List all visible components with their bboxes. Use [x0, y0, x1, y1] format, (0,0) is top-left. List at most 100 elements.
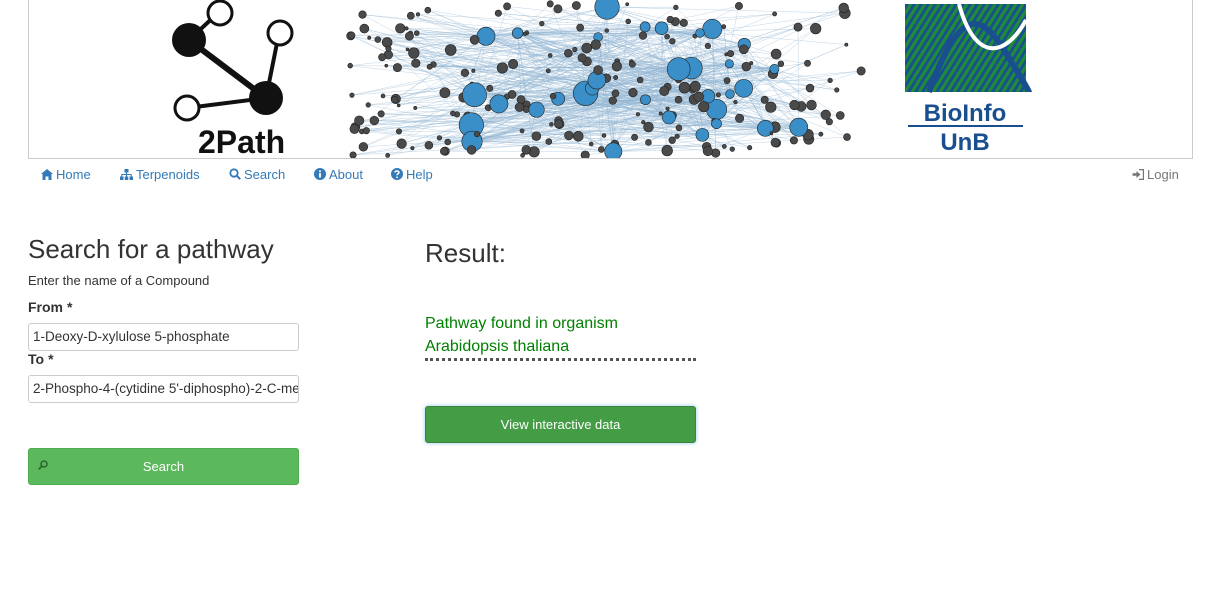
- network-node: [835, 111, 845, 120]
- network-node: [658, 111, 663, 116]
- network-node: [636, 76, 644, 84]
- network-edge: [774, 68, 837, 91]
- from-label: From *: [28, 299, 72, 315]
- nav-home[interactable]: Home: [41, 167, 91, 182]
- network-graph-image: [346, 0, 866, 158]
- network-node: [777, 60, 785, 68]
- network-node: [413, 30, 420, 36]
- network-node: [362, 127, 370, 135]
- network-node: [546, 0, 554, 8]
- network-node: [549, 92, 557, 100]
- network-node: [590, 39, 601, 50]
- network-node: [760, 95, 769, 104]
- view-interactive-data-button[interactable]: View interactive data: [425, 406, 696, 443]
- sitemap-icon: [120, 169, 133, 180]
- search-icon: [38, 460, 48, 470]
- network-node: [695, 128, 710, 142]
- network-node: [444, 44, 457, 56]
- network-node: [528, 101, 545, 118]
- logo-stripe: [1052, 4, 1107, 92]
- to-label-text: To: [28, 351, 45, 367]
- network-node: [496, 62, 508, 74]
- network-node: [531, 131, 542, 141]
- network-node: [806, 99, 817, 111]
- nav-about[interactable]: About: [314, 167, 363, 182]
- from-required-marker: *: [67, 299, 73, 315]
- nav-terpenoids[interactable]: Terpenoids: [120, 167, 200, 182]
- network-node: [354, 115, 365, 126]
- network-node: [724, 52, 729, 57]
- nav-login[interactable]: Login: [1132, 167, 1179, 182]
- result-title: Result:: [425, 238, 506, 268]
- network-node: [643, 121, 654, 133]
- network-node: [734, 79, 753, 98]
- network-node: [820, 109, 831, 120]
- network-node: [511, 27, 524, 39]
- network-node: [770, 48, 782, 60]
- network-node: [415, 12, 421, 17]
- network-node: [640, 94, 651, 106]
- network-edge: [607, 6, 845, 14]
- to-label: To *: [28, 351, 54, 367]
- network-node: [396, 138, 407, 149]
- logo-stripe: [905, 4, 913, 17]
- bioinfo-unb-logo: BioInfo UnB: [905, 3, 1149, 156]
- nav-help-label: Help: [406, 167, 433, 182]
- network-node: [631, 133, 638, 141]
- network-node: [516, 95, 526, 105]
- network-node: [476, 26, 496, 46]
- network-node: [733, 99, 738, 105]
- network-node: [377, 110, 385, 118]
- result-panel: Result: Pathway found in organism Arabid…: [425, 236, 697, 443]
- logo-stripe: [1094, 4, 1149, 92]
- network-node: [413, 105, 418, 110]
- network-node: [639, 21, 651, 33]
- network-node: [514, 102, 525, 112]
- search-button[interactable]: Search: [28, 448, 299, 485]
- login-icon: [1132, 168, 1145, 181]
- network-node: [581, 42, 593, 54]
- network-node: [772, 11, 778, 17]
- network-node: [810, 23, 822, 35]
- from-compound-input[interactable]: 1-Deoxy-D-xylulose 5-phosphate: [28, 323, 299, 351]
- network-node: [598, 146, 605, 153]
- to-compound-input[interactable]: 2-Phospho-4-(cytidine 5'-diphospho)-2-C-…: [28, 375, 299, 403]
- network-node: [789, 136, 798, 145]
- network-node: [702, 19, 723, 39]
- network-node: [723, 77, 731, 85]
- network-node: [486, 84, 494, 92]
- network-node: [554, 119, 564, 129]
- nav-help[interactable]: Help: [391, 167, 433, 182]
- network-node: [601, 133, 607, 138]
- network-node: [564, 48, 573, 58]
- logo-2path-text: 2Path: [198, 124, 285, 158]
- logo-stripe: [1059, 4, 1114, 92]
- network-node: [384, 63, 389, 68]
- network-node: [473, 130, 481, 138]
- network-node: [349, 151, 357, 158]
- network-node: [545, 68, 551, 74]
- network-node: [359, 23, 370, 34]
- network-node: [424, 6, 432, 14]
- network-node: [450, 110, 456, 117]
- network-node: [635, 112, 640, 117]
- network-node: [385, 45, 392, 52]
- nav-about-label: About: [329, 167, 363, 182]
- network-node: [391, 96, 399, 104]
- network-node: [426, 63, 433, 70]
- network-node: [611, 89, 620, 98]
- network-node: [503, 2, 511, 11]
- nav-search-label: Search: [244, 167, 286, 182]
- network-node: [679, 18, 688, 27]
- nav-login-label: Login: [1147, 167, 1179, 182]
- nav-search[interactable]: Search: [229, 167, 285, 182]
- network-node: [789, 99, 800, 111]
- network-node: [698, 101, 710, 113]
- network-node: [611, 61, 622, 72]
- network-node: [549, 122, 554, 127]
- network-node: [349, 92, 355, 98]
- network-node: [378, 53, 387, 62]
- top-navbar: Home Terpenoids Search About Help Login: [28, 160, 1193, 192]
- network-node: [674, 133, 680, 139]
- network-node: [641, 120, 646, 125]
